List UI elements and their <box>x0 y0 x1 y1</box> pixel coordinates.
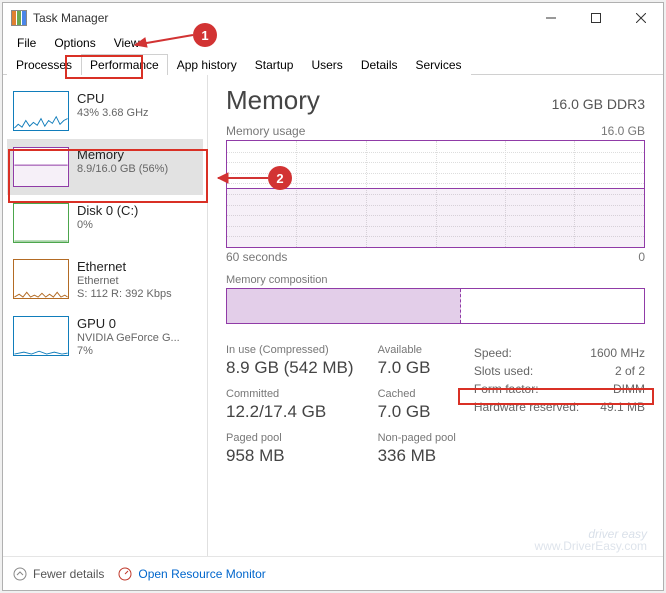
sidebar-item-label: GPU 0 <box>77 316 180 331</box>
composition-section: Memory composition <box>226 274 645 324</box>
memory-thumb <box>13 147 69 187</box>
stat-speed: Speed:1600 MHz <box>474 344 645 362</box>
window-controls <box>528 3 663 33</box>
stat-hwres: Hardware reserved:49.1 MB <box>474 398 645 416</box>
close-icon <box>636 13 646 23</box>
composition-label: Memory composition <box>226 274 645 286</box>
stats: In use (Compressed)8.9 GB (542 MB) Avail… <box>226 344 645 466</box>
sidebar-item-label: Memory <box>77 147 168 162</box>
fewer-details-button[interactable]: Fewer details <box>13 567 104 581</box>
tab-app-history[interactable]: App history <box>168 54 246 75</box>
sidebar-item-memory[interactable]: Memory 8.9/16.0 GB (56%) <box>7 139 203 195</box>
tab-performance[interactable]: Performance <box>81 54 168 75</box>
detail-panel: Memory 16.0 GB DDR3 Memory usage 16.0 GB… <box>208 75 663 556</box>
tab-startup[interactable]: Startup <box>246 54 303 75</box>
maximize-button[interactable] <box>573 3 618 33</box>
usage-max: 16.0 GB <box>601 124 645 138</box>
ethernet-thumb <box>13 259 69 299</box>
sidebar-item-gpu[interactable]: GPU 0 NVIDIA GeForce G... 7% <box>7 308 203 365</box>
sidebar-item-sub: 8.9/16.0 GB (56%) <box>77 163 168 175</box>
content: CPU 43% 3.68 GHz Memory 8.9/16.0 GB (56%… <box>3 75 663 556</box>
open-resource-monitor-link[interactable]: Open Resource Monitor <box>118 567 265 581</box>
minimize-icon <box>546 13 556 23</box>
stat-paged: Paged pool958 MB <box>226 432 354 466</box>
detail-title: Memory <box>226 85 320 116</box>
cpu-thumb <box>13 91 69 131</box>
sidebar-item-sub: Ethernet <box>77 275 172 287</box>
sidebar-item-cpu[interactable]: CPU 43% 3.68 GHz <box>7 83 203 139</box>
stat-in-use: In use (Compressed)8.9 GB (542 MB) <box>226 344 354 378</box>
menu-file[interactable]: File <box>9 34 44 52</box>
open-resource-monitor-label: Open Resource Monitor <box>138 567 265 581</box>
maximize-icon <box>591 13 601 23</box>
sidebar-item-label: Disk 0 (C:) <box>77 203 138 218</box>
sidebar-item-ethernet[interactable]: Ethernet Ethernet S: 112 R: 392 Kbps <box>7 251 203 308</box>
menu-options[interactable]: Options <box>46 34 103 52</box>
sidebar: CPU 43% 3.68 GHz Memory 8.9/16.0 GB (56%… <box>3 75 208 556</box>
sidebar-item-disk[interactable]: Disk 0 (C:) 0% <box>7 195 203 251</box>
composition-bar <box>226 288 645 324</box>
gpu-thumb <box>13 316 69 356</box>
sidebar-item-label: Ethernet <box>77 259 172 274</box>
close-button[interactable] <box>618 3 663 33</box>
tab-details[interactable]: Details <box>352 54 407 75</box>
usage-chart-section: Memory usage 16.0 GB 60 seconds 0 <box>226 124 645 264</box>
annotation-badge-1: 1 <box>193 23 217 47</box>
fewer-details-label: Fewer details <box>33 567 104 581</box>
statusbar: Fewer details Open Resource Monitor <box>3 556 663 590</box>
menubar: File Options View <box>3 33 663 53</box>
time-end: 0 <box>638 250 645 264</box>
chevron-up-circle-icon <box>13 567 27 581</box>
tabs: Processes Performance App history Startu… <box>3 53 663 75</box>
stat-cached: Cached7.0 GB <box>378 388 456 422</box>
sidebar-item-sub2: S: 112 R: 392 Kbps <box>77 288 172 300</box>
annotation-badge-2: 2 <box>268 166 292 190</box>
sidebar-item-sub: NVIDIA GeForce G... <box>77 332 180 344</box>
composition-used <box>227 289 461 323</box>
time-label: 60 seconds <box>226 250 287 264</box>
stat-form: Form factor:DIMM <box>474 380 645 398</box>
usage-label: Memory usage <box>226 124 305 138</box>
stats-grid: In use (Compressed)8.9 GB (542 MB) Avail… <box>226 344 456 466</box>
stats-right: Speed:1600 MHz Slots used:2 of 2 Form fa… <box>474 344 645 466</box>
stat-committed: Committed12.2/17.4 GB <box>226 388 354 422</box>
resource-monitor-icon <box>118 567 132 581</box>
app-icon <box>11 10 27 26</box>
memory-usage-chart <box>226 140 645 248</box>
tab-processes[interactable]: Processes <box>7 54 81 75</box>
stat-nonpaged: Non-paged pool336 MB <box>378 432 456 466</box>
window-title: Task Manager <box>33 11 108 25</box>
titlebar: Task Manager <box>3 3 663 33</box>
stat-slots: Slots used:2 of 2 <box>474 362 645 380</box>
minimize-button[interactable] <box>528 3 573 33</box>
menu-view[interactable]: View <box>106 34 148 52</box>
sidebar-item-sub: 0% <box>77 219 138 231</box>
stat-available: Available7.0 GB <box>378 344 456 378</box>
tab-users[interactable]: Users <box>302 54 351 75</box>
sidebar-item-sub2: 7% <box>77 345 180 357</box>
sidebar-item-label: CPU <box>77 91 149 106</box>
sidebar-item-sub: 43% 3.68 GHz <box>77 107 149 119</box>
tab-services[interactable]: Services <box>407 54 471 75</box>
disk-thumb <box>13 203 69 243</box>
task-manager-window: Task Manager File Options View Processes… <box>2 2 664 591</box>
detail-spec: 16.0 GB DDR3 <box>552 96 645 112</box>
